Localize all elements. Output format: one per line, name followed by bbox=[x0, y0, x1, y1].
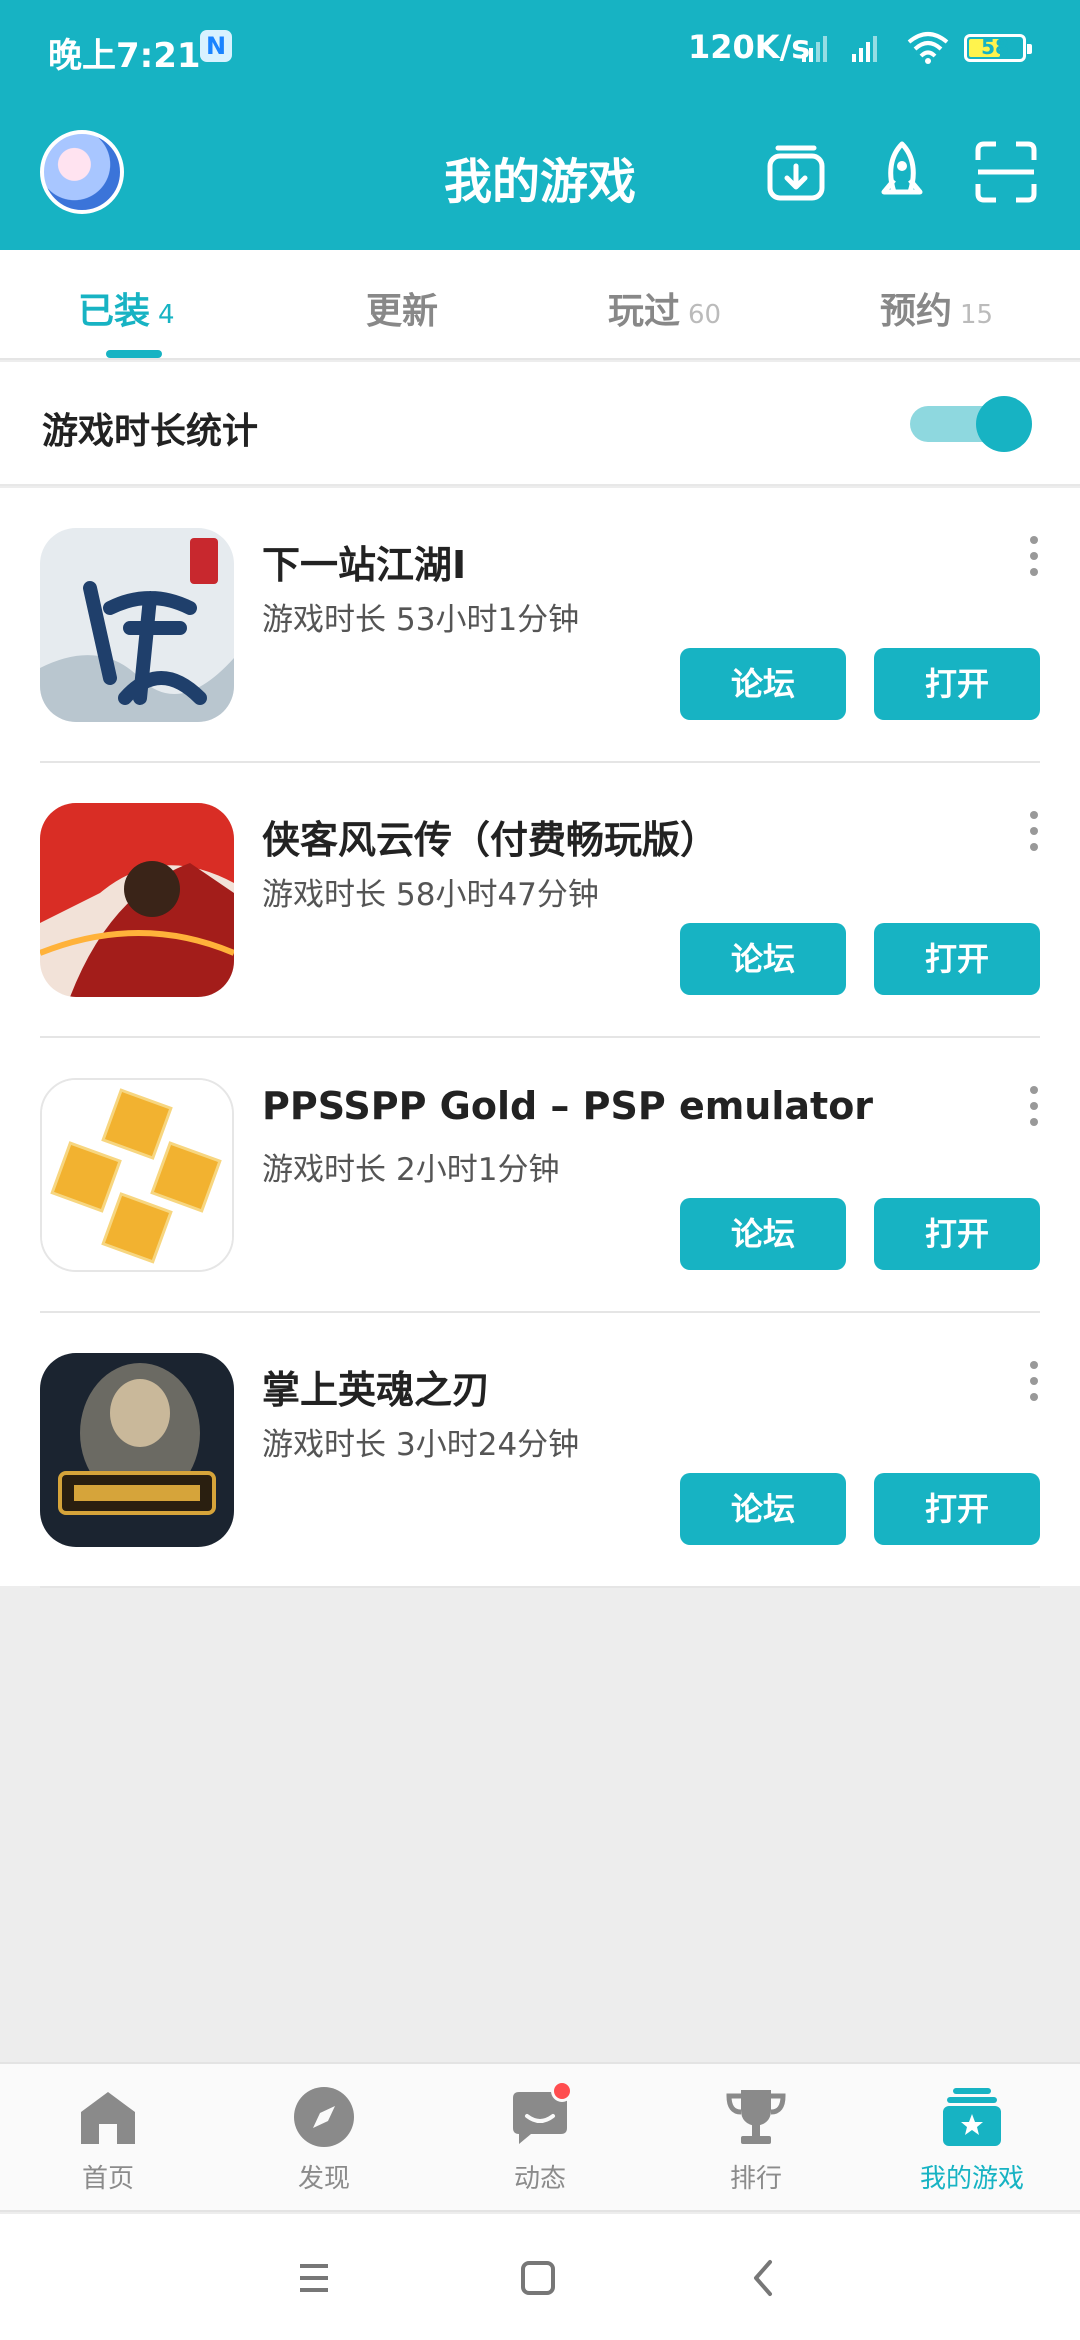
forum-button[interactable]: 论坛 bbox=[680, 1198, 846, 1270]
notification-app-icon: N bbox=[200, 30, 232, 62]
status-bar: 晚上7:21 N 120K/s 58 bbox=[0, 0, 1080, 100]
playtime-label: 游戏时长 bbox=[262, 877, 386, 913]
battery-level: 58 bbox=[981, 35, 1009, 59]
playtime-value: 3小时24分钟 bbox=[396, 1427, 580, 1463]
game-title: 侠客风云传（付费畅玩版） bbox=[262, 818, 719, 862]
game-item[interactable]: 掌上英魂之刃 游戏时长 3小时24分钟 论坛 打开 bbox=[0, 1313, 1080, 1588]
game-playtime: 游戏时长 53小时1分钟 bbox=[262, 594, 589, 639]
tab-played[interactable]: 玩过 60 bbox=[608, 282, 721, 334]
scan-icon[interactable] bbox=[974, 140, 1038, 204]
more-options-icon[interactable] bbox=[1022, 1361, 1046, 1411]
status-time: 晚上7:21 bbox=[48, 36, 201, 76]
game-title: 下一站江湖Ⅰ bbox=[262, 543, 467, 587]
game-item[interactable]: 下一站江湖Ⅰ 游戏时长 53小时1分钟 论坛 打开 bbox=[0, 488, 1080, 763]
game-icon bbox=[40, 1353, 234, 1547]
menu-icon[interactable] bbox=[286, 2250, 342, 2306]
forum-button[interactable]: 论坛 bbox=[680, 1473, 846, 1545]
game-playtime: 游戏时长 58小时47分钟 bbox=[262, 869, 609, 914]
game-item[interactable]: PPSSPP Gold – PSP emulator 游戏时长 2小时1分钟 论坛… bbox=[0, 1038, 1080, 1313]
open-button[interactable]: 打开 bbox=[874, 923, 1040, 995]
network-speed: 120K/s bbox=[688, 28, 811, 66]
playtime-label: 游戏时长 bbox=[262, 602, 386, 638]
nav-feed-label: 动态 bbox=[513, 2164, 566, 2194]
tab-played-count: 60 bbox=[688, 300, 722, 330]
forum-button[interactable]: 论坛 bbox=[680, 648, 846, 720]
playtime-stats-row: 游戏时长统计 bbox=[0, 362, 1080, 486]
tab-reserved[interactable]: 预约 15 bbox=[880, 282, 993, 334]
playtime-value: 53小时1分钟 bbox=[396, 602, 580, 638]
toggle-knob bbox=[976, 396, 1032, 452]
open-button[interactable]: 打开 bbox=[874, 1198, 1040, 1270]
active-tab-indicator bbox=[106, 350, 162, 358]
game-icon bbox=[40, 1078, 234, 1272]
signal-icon-2 bbox=[852, 36, 877, 62]
bottom-navigation: 首页 发现 动态 排行 我的游戏 bbox=[0, 2062, 1080, 2212]
game-item[interactable]: 侠客风云传（付费畅玩版） 游戏时长 58小时47分钟 论坛 打开 bbox=[0, 763, 1080, 1038]
tab-updates-label: 更新 bbox=[366, 291, 439, 332]
compass-icon bbox=[291, 2084, 357, 2150]
nav-feed[interactable]: 动态 bbox=[470, 2080, 610, 2195]
nav-home[interactable]: 首页 bbox=[38, 2084, 178, 2195]
playtime-value: 2小时1分钟 bbox=[396, 1152, 560, 1188]
open-button[interactable]: 打开 bbox=[874, 648, 1040, 720]
game-playtime: 游戏时长 3小时24分钟 bbox=[262, 1419, 589, 1464]
signal-icon bbox=[802, 36, 827, 62]
top-app-bar: 晚上7:21 N 120K/s 58 我的游戏 bbox=[0, 0, 1080, 250]
wifi-icon bbox=[907, 32, 949, 64]
nav-discover[interactable]: 发现 bbox=[254, 2084, 394, 2195]
more-options-icon[interactable] bbox=[1022, 811, 1046, 861]
tab-bar: 已装 4 更新 玩过 60 预约 15 bbox=[0, 250, 1080, 360]
game-playtime: 游戏时长 2小时1分钟 bbox=[262, 1144, 569, 1189]
playtime-label: 游戏时长 bbox=[262, 1427, 386, 1463]
more-options-icon[interactable] bbox=[1022, 1086, 1046, 1136]
playtime-value: 58小时47分钟 bbox=[396, 877, 599, 913]
installed-games-list: 下一站江湖Ⅰ 游戏时长 53小时1分钟 论坛 打开 侠客风云传（付费畅玩版） 游戏… bbox=[0, 488, 1080, 1588]
list-divider bbox=[40, 1586, 1040, 1588]
nav-my-games-label: 我的游戏 bbox=[919, 2164, 1024, 2194]
nav-ranking-label: 排行 bbox=[729, 2164, 782, 2194]
tab-reserved-label: 预约 bbox=[880, 291, 953, 332]
tab-installed[interactable]: 已装 4 bbox=[78, 282, 175, 334]
trophy-icon bbox=[723, 2084, 789, 2150]
playtime-stats-label: 游戏时长统计 bbox=[42, 411, 259, 452]
tab-reserved-count: 15 bbox=[960, 300, 994, 330]
tab-updates[interactable]: 更新 bbox=[366, 282, 438, 334]
my-games-icon bbox=[939, 2084, 1005, 2150]
game-title: 掌上英魂之刃 bbox=[262, 1368, 491, 1412]
nav-home-label: 首页 bbox=[81, 2164, 134, 2194]
forum-button[interactable]: 论坛 bbox=[680, 923, 846, 995]
playtime-stats-toggle[interactable] bbox=[910, 396, 1036, 452]
more-options-icon[interactable] bbox=[1022, 536, 1046, 586]
game-icon bbox=[40, 803, 234, 997]
game-icon bbox=[40, 528, 234, 722]
home-square-icon[interactable] bbox=[510, 2250, 566, 2306]
tab-played-label: 玩过 bbox=[608, 291, 681, 332]
tab-installed-count: 4 bbox=[158, 300, 175, 330]
nav-my-games[interactable]: 我的游戏 bbox=[902, 2084, 1042, 2195]
game-title: PPSSPP Gold – PSP emulator bbox=[262, 1084, 874, 1128]
nav-discover-label: 发现 bbox=[297, 2164, 350, 2194]
notification-dot bbox=[551, 2080, 573, 2102]
back-icon[interactable] bbox=[736, 2250, 792, 2306]
battery-icon: 58 bbox=[964, 34, 1032, 62]
chat-icon bbox=[507, 2080, 573, 2150]
playtime-label: 游戏时长 bbox=[262, 1152, 386, 1188]
open-button[interactable]: 打开 bbox=[874, 1473, 1040, 1545]
tab-installed-label: 已装 bbox=[78, 291, 151, 332]
rocket-icon[interactable] bbox=[870, 140, 934, 204]
home-icon bbox=[75, 2084, 141, 2150]
system-navigation-bar bbox=[0, 2214, 1080, 2340]
download-manager-icon[interactable] bbox=[764, 140, 828, 204]
nav-ranking[interactable]: 排行 bbox=[686, 2084, 826, 2195]
